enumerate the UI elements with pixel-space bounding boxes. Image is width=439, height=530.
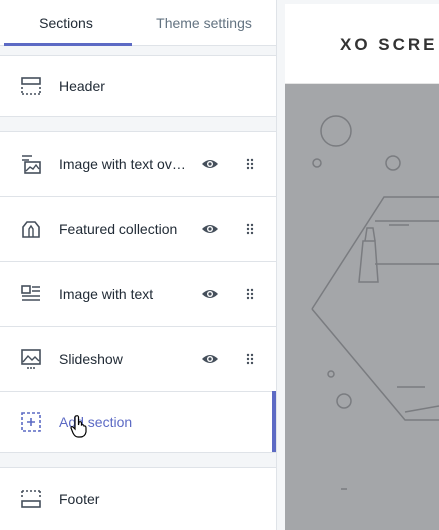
section-item-image-with-text[interactable]: Image with text: [0, 261, 276, 327]
footer-layout-icon: [21, 490, 41, 508]
section-label: Image with text ov…: [59, 156, 186, 172]
section-item-image-with-text-overlay[interactable]: Image with text ov…: [0, 131, 276, 197]
placeholder-illustration: [311, 115, 439, 490]
section-label: Header: [59, 78, 105, 94]
add-section-button[interactable]: Add section: [0, 391, 276, 453]
section-label: Featured collection: [59, 221, 178, 237]
section-item-slideshow[interactable]: Slideshow: [0, 326, 276, 392]
header-layout-icon: [21, 77, 41, 95]
preview-header: XO SCRE: [285, 4, 439, 84]
tab-theme-settings[interactable]: Theme settings: [132, 0, 276, 45]
tab-sections[interactable]: Sections: [0, 0, 132, 46]
drag-handle-icon[interactable]: [246, 158, 254, 170]
collection-icon: [22, 221, 40, 238]
drag-handle-icon[interactable]: [246, 353, 254, 365]
eye-icon[interactable]: [201, 158, 219, 170]
store-brand-name: XO SCRE: [340, 35, 438, 54]
image-text-overlay-icon: [22, 155, 41, 174]
section-item-featured-collection[interactable]: Featured collection: [0, 196, 276, 262]
section-label: Slideshow: [59, 351, 123, 367]
slideshow-icon: [21, 349, 41, 369]
active-indicator-bar: [272, 391, 276, 452]
add-section-icon: [21, 412, 41, 432]
drag-handle-icon[interactable]: [246, 288, 254, 300]
eye-icon[interactable]: [201, 288, 219, 300]
hand-cursor-icon: [70, 415, 87, 438]
sidebar-tabs: Sections Theme settings: [0, 0, 276, 46]
drag-handle-icon[interactable]: [246, 223, 254, 235]
eye-icon[interactable]: [201, 223, 219, 235]
image-with-text-icon: [21, 285, 40, 301]
section-label: Image with text: [59, 286, 154, 302]
hero-image-placeholder: [285, 84, 439, 530]
storefront-preview: XO SCRE: [285, 4, 439, 530]
section-label: Footer: [59, 491, 100, 507]
section-item-footer[interactable]: Footer: [0, 467, 276, 530]
theme-editor-sidebar: Sections Theme settings Header Image wit…: [0, 0, 277, 530]
eye-icon[interactable]: [201, 353, 219, 365]
section-item-header[interactable]: Header: [0, 55, 276, 117]
